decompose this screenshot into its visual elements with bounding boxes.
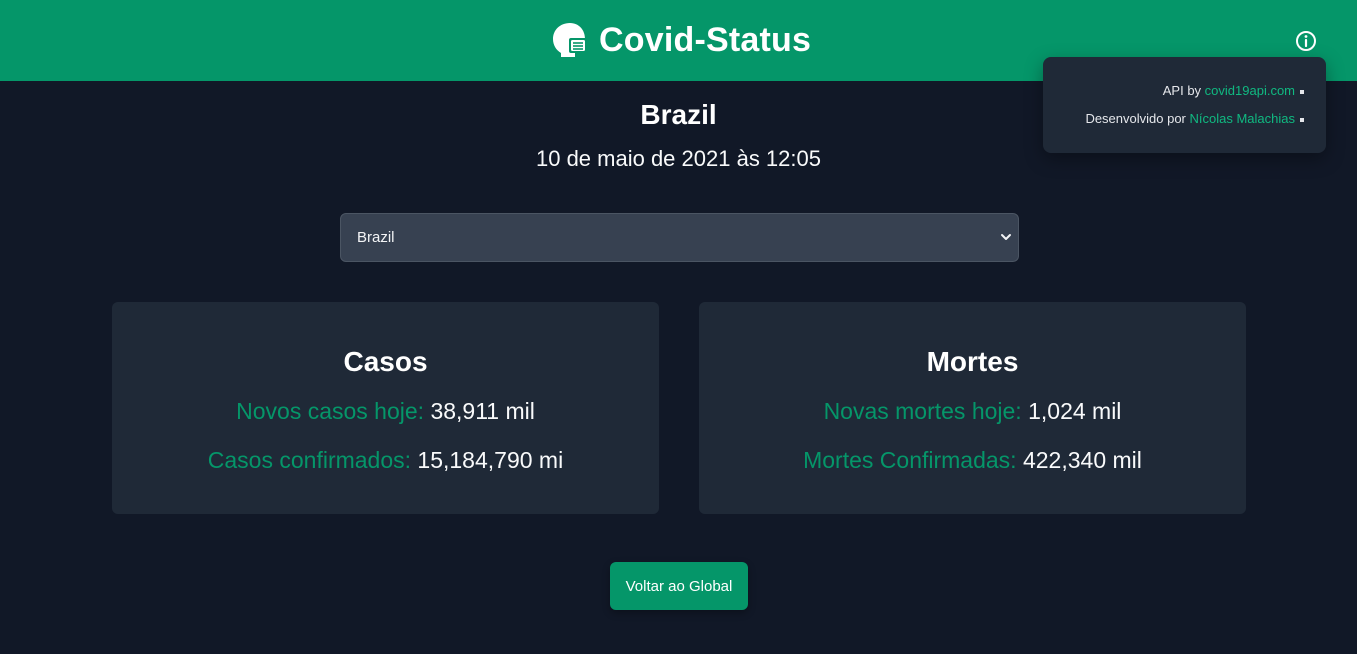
country-select-value: Brazil bbox=[357, 229, 395, 246]
country-title: Brazil bbox=[640, 99, 717, 130]
api-link[interactable]: covid19api.com bbox=[1205, 83, 1295, 98]
new-deaths-label: Novas mortes hoje: bbox=[823, 398, 1022, 424]
new-cases-label: Novos casos hoje: bbox=[236, 398, 425, 424]
new-cases-value: 38,911 mil bbox=[424, 398, 535, 424]
api-credit-prefix: API by bbox=[1162, 83, 1205, 98]
deaths-title: Mortes bbox=[926, 346, 1019, 377]
api-credit: API by covid19api.com bbox=[1163, 83, 1304, 98]
cases-title: Casos bbox=[343, 346, 428, 377]
back-to-global-button[interactable]: Voltar ao Global bbox=[610, 562, 748, 610]
confirmed-cases-value: 15,184,790 mi bbox=[411, 447, 564, 473]
deaths-card: Mortes Novas mortes hoje: 1,024 mil Mort… bbox=[699, 302, 1246, 514]
cases-card: Casos Novos casos hoje: 38,911 mil Casos… bbox=[112, 302, 659, 514]
confirmed-deaths-value: 422,340 mil bbox=[1016, 447, 1142, 473]
confirmed-deaths-label: Mortes Confirmadas: bbox=[803, 447, 1017, 473]
country-select[interactable]: Brazil bbox=[340, 213, 1019, 262]
chevron-down-icon bbox=[1001, 234, 1011, 240]
brand[interactable]: Covid-Status bbox=[551, 18, 811, 62]
confirmed-cases-stat: Casos confirmados: 15,184,790 mi bbox=[112, 447, 659, 474]
confirmed-deaths-stat: Mortes Confirmadas: 422,340 mil bbox=[699, 447, 1246, 474]
new-deaths-stat: Novas mortes hoje: 1,024 mil bbox=[699, 398, 1246, 425]
confirmed-cases-label: Casos confirmados: bbox=[207, 447, 412, 473]
date-time: 10 de maio de 2021 às 12:05 bbox=[535, 146, 821, 171]
info-circle-icon[interactable] bbox=[1295, 30, 1317, 52]
new-cases-stat: Novos casos hoje: 38,911 mil bbox=[112, 398, 659, 425]
bullet-icon bbox=[1300, 89, 1304, 94]
masked-face-icon bbox=[553, 23, 587, 57]
new-deaths-value: 1,024 mil bbox=[1021, 398, 1122, 424]
app-title: Covid-Status bbox=[599, 20, 812, 59]
